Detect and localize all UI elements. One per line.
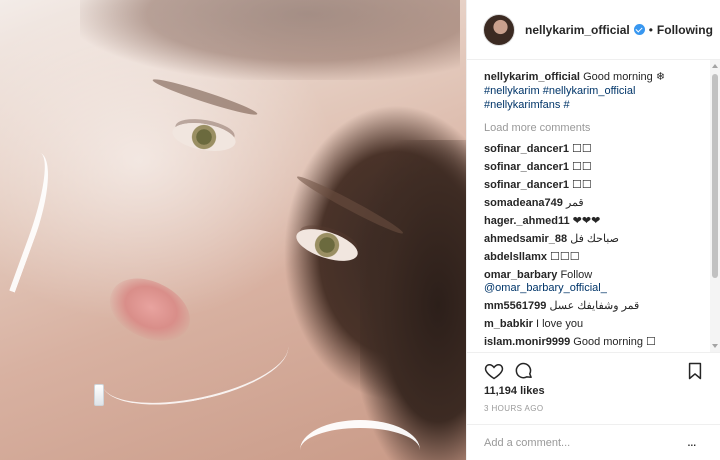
- add-comment-input[interactable]: [484, 434, 674, 452]
- separator-dot: •: [648, 22, 653, 37]
- comment-username[interactable]: sofinar_dancer1: [484, 161, 569, 173]
- post-header: nellykarim_official • Following: [467, 0, 720, 60]
- post-side-panel: nellykarim_official • Following nellykar…: [466, 0, 720, 460]
- comment-username[interactable]: sofinar_dancer1: [484, 143, 569, 155]
- comment-item: sofinar_dancer1 ☐☐: [484, 179, 705, 192]
- comment-username[interactable]: mm5561799: [484, 300, 546, 312]
- comment-item: mm5561799 قمر وشفايفك عسل: [484, 300, 705, 313]
- comments-list[interactable]: nellykarim_official Good morning ❄ #nell…: [467, 60, 720, 352]
- comment-text: ☐☐: [572, 143, 592, 155]
- comment-text: ☐☐: [572, 161, 592, 173]
- caption-username[interactable]: nellykarim_official: [484, 71, 580, 83]
- scroll-up-arrow-icon[interactable]: [712, 64, 718, 68]
- comments-scrollbar[interactable]: [710, 60, 720, 352]
- load-more-comments-link[interactable]: Load more comments: [484, 122, 705, 134]
- comment-text: I love you: [535, 318, 584, 330]
- comment-item: m_babkir I love you: [484, 318, 705, 331]
- comment-item: omar_barbary Follow @omar_barbary_offici…: [484, 269, 705, 295]
- comment-mention-link[interactable]: @omar_barbary_official_: [484, 282, 705, 295]
- comment-username[interactable]: islam.monir9999: [484, 336, 570, 348]
- comment-item: ahmedsamir_88 صباحك فل: [484, 233, 705, 246]
- hashtag-link[interactable]: #: [563, 99, 569, 111]
- comment-username[interactable]: sofinar_dancer1: [484, 179, 569, 191]
- comment-username[interactable]: abdelsllamx: [484, 251, 547, 263]
- verified-icon: [633, 24, 645, 35]
- hashtag-link[interactable]: #nellykarim_official: [543, 85, 636, 97]
- comment-text: قمر: [565, 197, 584, 209]
- photo-strap: [0, 147, 63, 293]
- comment-text: Follow: [560, 269, 593, 281]
- comment-text: قمر وشفايفك عسل: [549, 300, 640, 312]
- comment-text: ☐☐: [572, 179, 592, 191]
- more-icon[interactable]: ...: [687, 433, 697, 449]
- likes-count[interactable]: 11,194 likes: [484, 385, 545, 397]
- comment-text: ☐☐☐: [550, 251, 580, 263]
- caption-text: Good morning ❄: [583, 71, 666, 83]
- comment-username[interactable]: omar_barbary: [484, 269, 557, 281]
- photo-eye: [170, 118, 238, 156]
- photo-pendant: [94, 384, 104, 406]
- avatar[interactable]: [483, 13, 515, 46]
- scrollbar-thumb[interactable]: [712, 74, 718, 278]
- comment-item: abdelsllamx ☐☐☐: [484, 251, 705, 264]
- comment-item: hager._ahmed11 ❤❤❤: [484, 215, 705, 228]
- post-actions: [467, 352, 720, 386]
- bookmark-icon[interactable]: [685, 361, 705, 381]
- comment-item: sofinar_dancer1 ☐☐: [484, 143, 705, 156]
- following-button[interactable]: Following: [657, 23, 713, 37]
- post-photo[interactable]: [0, 0, 466, 460]
- scroll-down-arrow-icon[interactable]: [712, 344, 718, 348]
- photo-brow: [151, 75, 259, 119]
- add-comment-bar: ...: [467, 424, 720, 460]
- comment-username[interactable]: somadeana749: [484, 197, 563, 209]
- comment-text: صباحك فل: [570, 233, 619, 245]
- post-timestamp: 3 HOURS AGO: [484, 404, 544, 413]
- comment-text: Good morning ☐: [573, 336, 656, 348]
- comment-username[interactable]: ahmedsamir_88: [484, 233, 567, 245]
- heart-icon[interactable]: [484, 361, 504, 381]
- hashtag-link[interactable]: #nellykarimfans: [484, 99, 560, 111]
- comment-item: somadeana749 قمر: [484, 197, 705, 210]
- post-caption: nellykarim_official Good morning ❄ #nell…: [484, 70, 705, 112]
- comment-item: sofinar_dancer1 ☐☐: [484, 161, 705, 174]
- comment-item: islam.monir9999 Good morning ☐: [484, 336, 705, 349]
- comment-username[interactable]: hager._ahmed11: [484, 215, 570, 227]
- comment-icon[interactable]: [514, 361, 534, 381]
- photo-hair-shadow: [360, 140, 466, 460]
- header-username[interactable]: nellykarim_official: [525, 23, 630, 37]
- photo-eye: [292, 222, 362, 268]
- hashtag-link[interactable]: #nellykarim: [484, 85, 540, 97]
- photo-hair: [80, 0, 460, 80]
- comment-username[interactable]: m_babkir: [484, 318, 533, 330]
- comment-text: ❤❤❤: [572, 215, 601, 227]
